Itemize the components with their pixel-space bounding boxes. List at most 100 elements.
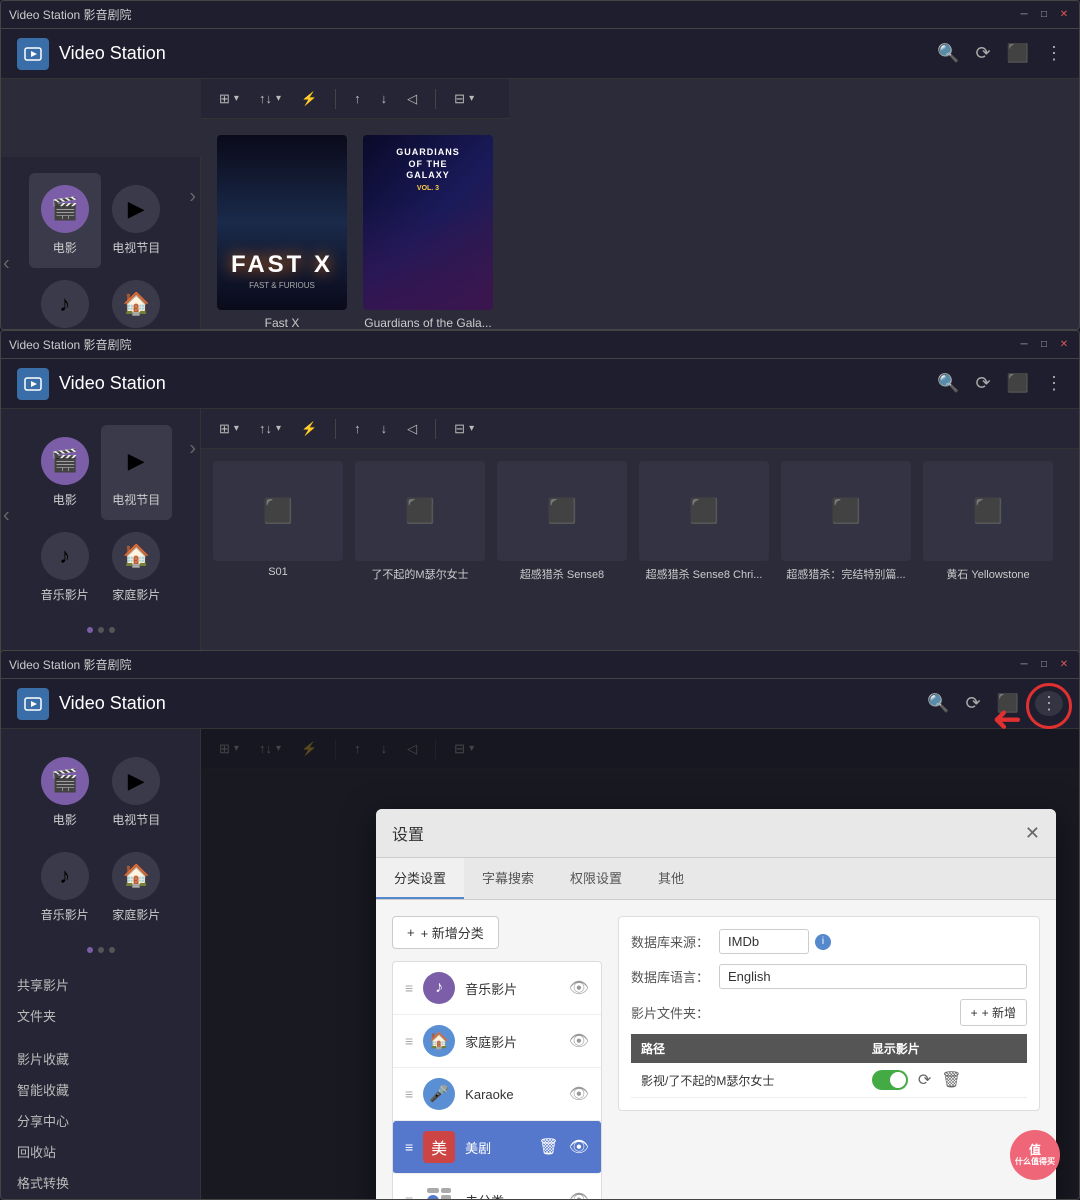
nav-item-family-2[interactable]: 🏠 家庭影片 [101, 520, 173, 615]
minimize-btn-2[interactable]: ─ [1017, 338, 1031, 352]
nav-item-movies-3[interactable]: 🎬 电影 [29, 745, 101, 840]
download-btn-2[interactable]: ↓ [375, 417, 394, 440]
convert-link[interactable]: 格式转换 [17, 1167, 184, 1198]
nav-item-tv-2[interactable]: ▶ 电视节目 [101, 425, 173, 520]
db-settings-panel: 数据库来源： IMDb TMDB i [618, 916, 1040, 1199]
maximize-btn-1[interactable]: □ [1037, 8, 1051, 22]
titlebar-3: Video Station 影音剧院 ─ □ ✕ [1, 651, 1079, 679]
show-card-s01[interactable]: ⬛ S01 [213, 461, 343, 582]
maximize-btn-3[interactable]: □ [1037, 658, 1051, 672]
upload-btn-2[interactable]: ↑ [348, 417, 367, 440]
show-card-sense8c[interactable]: ⬛ 超感猎杀 Sense8 Chri... [639, 461, 769, 582]
s01-title: S01 [213, 566, 343, 578]
sep-1 [335, 89, 336, 109]
add-folder-btn[interactable]: + + 新增 [960, 999, 1027, 1026]
refresh-row-icon[interactable]: ⟳ [918, 1070, 931, 1090]
close-btn-3[interactable]: ✕ [1057, 658, 1071, 672]
sense8c-thumb: ⬛ [639, 461, 769, 561]
filter-btn-1[interactable]: ⚡ [295, 87, 323, 111]
grid-btn-2[interactable]: ⊞▾ [213, 417, 245, 441]
delete-btn-drama[interactable]: 🗑 [538, 1137, 558, 1157]
tab-subtitle[interactable]: 字幕搜索 [464, 858, 552, 899]
sort-btn-1[interactable]: ↑↓▾ [253, 87, 287, 110]
refresh-icon-1[interactable]: ⟳ [975, 43, 990, 64]
nav-arrow-left-1[interactable]: ‹ [3, 253, 10, 276]
tv-icon-3: ▶ [112, 757, 160, 805]
sort-btn-2[interactable]: ↑↓▾ [253, 417, 287, 440]
eye-btn-family[interactable]: 👁 [569, 1031, 589, 1051]
dialog-close-btn[interactable]: ✕ [1025, 823, 1040, 844]
minimize-btn-3[interactable]: ─ [1017, 658, 1031, 672]
nav-arrow-right-1[interactable]: › [189, 186, 196, 209]
content-3: ⊞▾ ↑↓▾ ⚡ ↑ ↓ ◁ ⊟▾ 设置 ✕ 分类设置 字幕 [201, 729, 1079, 1199]
collection-link[interactable]: 影片收藏 [17, 1043, 184, 1074]
download-btn-1[interactable]: ↓ [375, 87, 394, 110]
nav-arrow-left-2[interactable]: ‹ [3, 505, 10, 528]
maximize-btn-2[interactable]: □ [1037, 338, 1051, 352]
drag-icon-karaoke: ≡ [405, 1086, 413, 1102]
add-category-btn[interactable]: + + 新增分类 [392, 916, 499, 949]
cast-icon-1[interactable]: ⬛ [1007, 43, 1029, 64]
delete-row-icon[interactable]: 🗑 [941, 1070, 961, 1090]
show-card-sense8[interactable]: ⬛ 超感猎杀 Sense8 [497, 461, 627, 582]
filter-btn-2[interactable]: ⚡ [295, 417, 323, 441]
refresh-icon-2[interactable]: ⟳ [975, 373, 990, 394]
more-toolbar-btn-1[interactable]: ⊟▾ [448, 87, 480, 111]
sense8e-thumb: ⬛ [781, 461, 911, 561]
share-toolbar-btn-1[interactable]: ◁ [401, 87, 423, 111]
tv-label-1: 电视节目 [112, 239, 160, 256]
nav-item-music-1[interactable]: ♪ 音乐影片 [29, 268, 101, 330]
upload-btn-1[interactable]: ↑ [348, 87, 367, 110]
close-btn-1[interactable]: ✕ [1057, 8, 1071, 22]
nav-arrow-right-2[interactable]: › [189, 438, 196, 461]
tab-category[interactable]: 分类设置 [376, 858, 464, 899]
search-icon-2[interactable]: 🔍 [937, 373, 959, 394]
nav-item-tv-1[interactable]: ▶ 电视节目 [101, 173, 173, 268]
nav-item-tv-3[interactable]: ▶ 电视节目 [101, 745, 173, 840]
db-lang-select[interactable]: English 中文 日本語 [719, 964, 1027, 989]
recycle-link[interactable]: 回收站 [17, 1136, 184, 1167]
sense8-title: 超感猎杀 Sense8 [497, 566, 627, 582]
show-card-yellowstone[interactable]: ⬛ 黄石 Yellowstone [923, 461, 1053, 582]
smart-collection-link[interactable]: 智能收藏 [17, 1074, 184, 1105]
eye-btn-drama[interactable]: 👁 [569, 1137, 589, 1157]
more-icon-3[interactable]: ⋮ [1035, 691, 1063, 716]
search-icon-1[interactable]: 🔍 [937, 43, 959, 64]
watermark-logo: 值 什么值得买 [1010, 1130, 1060, 1180]
drag-icon-family: ≡ [405, 1033, 413, 1049]
sidebar-3: 🎬 电影 ▶ 电视节目 ♪ 音乐影片 🏠 家庭影片 [1, 729, 201, 1199]
movie-card-guardians[interactable]: GUARDIANSOF THEGALAXY VOL. 3 Guardians o… [363, 135, 493, 329]
eye-btn-karaoke[interactable]: 👁 [569, 1084, 589, 1104]
share-btn-2[interactable]: ◁ [401, 417, 423, 441]
visibility-toggle[interactable] [872, 1070, 908, 1090]
minimize-btn-1[interactable]: ─ [1017, 8, 1031, 22]
movies-label-1: 电影 [53, 239, 77, 256]
nav-item-family-1[interactable]: 🏠 家庭影片 [101, 268, 173, 330]
nav-item-movies-2[interactable]: 🎬 电影 [29, 425, 101, 520]
db-source-select[interactable]: IMDb TMDB [719, 929, 809, 954]
s01-thumb: ⬛ [213, 461, 343, 561]
tab-other[interactable]: 其他 [640, 858, 702, 899]
close-btn-2[interactable]: ✕ [1057, 338, 1071, 352]
movie-card-fast-x[interactable]: FAST X FAST & FURIOUS Fast X [217, 135, 347, 329]
refresh-icon-3[interactable]: ⟳ [965, 693, 980, 714]
eye-btn-music[interactable]: 👁 [569, 978, 589, 998]
nav-item-music-2[interactable]: ♪ 音乐影片 [29, 520, 101, 615]
grid-btn-1[interactable]: ⊞▾ [213, 87, 245, 111]
nav-item-family-3[interactable]: 🏠 家庭影片 [101, 840, 173, 935]
category-item-karaoke: ≡ 🎤 Karaoke 👁 [393, 1068, 601, 1121]
window-controls-1: ─ □ ✕ [1017, 8, 1071, 22]
search-icon-3[interactable]: 🔍 [927, 693, 949, 714]
cast-icon-3[interactable]: ⬛ [997, 693, 1019, 714]
eye-btn-uncat[interactable]: 👁 [569, 1190, 589, 1199]
nav-item-movies-1[interactable]: 🎬 电影 [29, 173, 101, 268]
more-icon-2[interactable]: ⋮ [1045, 373, 1063, 394]
more-icon-1[interactable]: ⋮ [1045, 43, 1063, 64]
show-card-sense8e[interactable]: ⬛ 超感猎杀：完结特别篇... [781, 461, 911, 582]
tab-permissions[interactable]: 权限设置 [552, 858, 640, 899]
share-center-link[interactable]: 分享中心 [17, 1105, 184, 1136]
more-toolbar-btn-2[interactable]: ⊟▾ [448, 417, 480, 441]
cast-icon-2[interactable]: ⬛ [1007, 373, 1029, 394]
nav-item-music-3[interactable]: ♪ 音乐影片 [29, 840, 101, 935]
show-card-mrs[interactable]: ⬛ 了不起的M瑟尔女士 [355, 461, 485, 582]
